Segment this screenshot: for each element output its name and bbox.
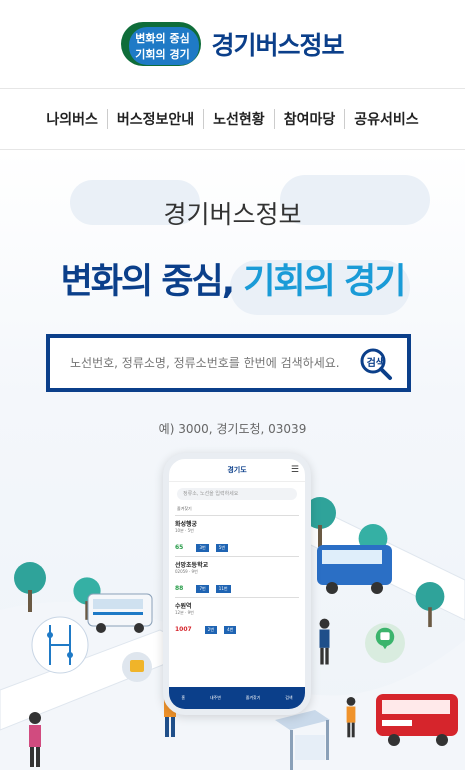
hero-section: 경기버스정보 변화의 중심, 기회의 경기 검색 예) 3000, 경기도청, …: [0, 150, 465, 770]
hero-title-part1: 변화의 중심,: [60, 262, 235, 302]
route-map-icon: [31, 616, 89, 674]
arrival-pill: 11번: [215, 585, 231, 593]
person-icon: [346, 696, 356, 738]
list-item: 화성행궁 10분 · 5번 65 3번 5번: [175, 515, 299, 553]
nav-item-routes[interactable]: 노선현황: [204, 109, 275, 129]
bus-number: 88: [175, 585, 184, 592]
nav-item-participation[interactable]: 참여마당: [275, 109, 346, 129]
arrival-pill: 4번: [224, 626, 237, 634]
stop-name: 수원역: [175, 603, 192, 610]
phone-section-label: 즐겨찾기: [177, 506, 192, 511]
list-item: 수원역 12분 · 9번 1007 2번 4번: [175, 597, 299, 635]
stop-name: 화성행궁: [175, 521, 198, 528]
phone-footer-favorites: 즐겨찾기: [245, 695, 261, 700]
arrival-pill: 2번: [204, 626, 218, 634]
bus-stop-pin-icon: [365, 623, 405, 664]
site-name[interactable]: 경기버스정보: [211, 26, 344, 62]
search-box: 검색: [46, 334, 411, 392]
menu-icon: ☰: [290, 465, 299, 475]
logo-line1: 변화의 중심: [135, 32, 190, 45]
phone-mockup: 경기도 ☰ 정류소, 노선을 입력하세요 즐겨찾기 화성행궁 10분 · 5번 …: [163, 453, 311, 715]
phone-footer-search: 검색: [285, 695, 293, 700]
arrival-pill: 7번: [196, 585, 209, 593]
nav-item-bus-info[interactable]: 버스정보안내: [108, 109, 205, 129]
site-logo-badge[interactable]: 변화의 중심 기회의 경기: [121, 22, 202, 66]
stop-name: 선망초등학교: [175, 562, 209, 569]
nav-item-share-services[interactable]: 공유서비스: [345, 109, 427, 129]
search-button-label[interactable]: 검색: [367, 354, 385, 369]
list-item: 선망초등학교 02059 · 9번 88 7번 11번: [175, 556, 299, 594]
hero-title-part2: 기회의 경기: [243, 262, 406, 302]
site-header: 변화의 중심 기회의 경기 경기버스정보: [0, 0, 465, 89]
phone-footer-nav: 홈 내주변 즐겨찾기 검색: [169, 687, 305, 709]
phone-footer-nearby: 내주변: [209, 695, 221, 700]
tree-icon: [14, 562, 46, 612]
logo-line2: 기회의 경기: [135, 48, 190, 61]
bus-number: 65: [175, 544, 184, 551]
hero-title: 변화의 중심, 기회의 경기: [0, 253, 465, 304]
blue-bus-icon: [317, 545, 392, 594]
search-example: 예) 3000, 경기도청, 03039: [158, 422, 307, 436]
main-nav: 나의버스 버스정보안내 노선현황 참여마당 공유서비스: [0, 89, 465, 150]
arrival-pill: 5번: [215, 544, 229, 552]
nav-item-my-bus[interactable]: 나의버스: [37, 109, 108, 129]
phone-app-title: 경기도: [227, 466, 247, 474]
red-bus-icon: [376, 694, 458, 746]
bus-info-circle-icon: [122, 652, 152, 682]
hero-subtitle: 경기버스정보: [163, 200, 302, 229]
search-input[interactable]: [50, 355, 372, 371]
phone-search-field: 정류소, 노선을 입력하세요: [177, 488, 297, 500]
bus-number: 1007: [175, 626, 192, 633]
phone-header: 경기도: [169, 459, 305, 482]
white-bus-icon: [87, 593, 153, 633]
person-icon: [29, 712, 41, 767]
arrival-pill: 3번: [196, 544, 209, 552]
person-icon: [319, 618, 330, 665]
phone-footer-home: 홈: [181, 695, 186, 700]
